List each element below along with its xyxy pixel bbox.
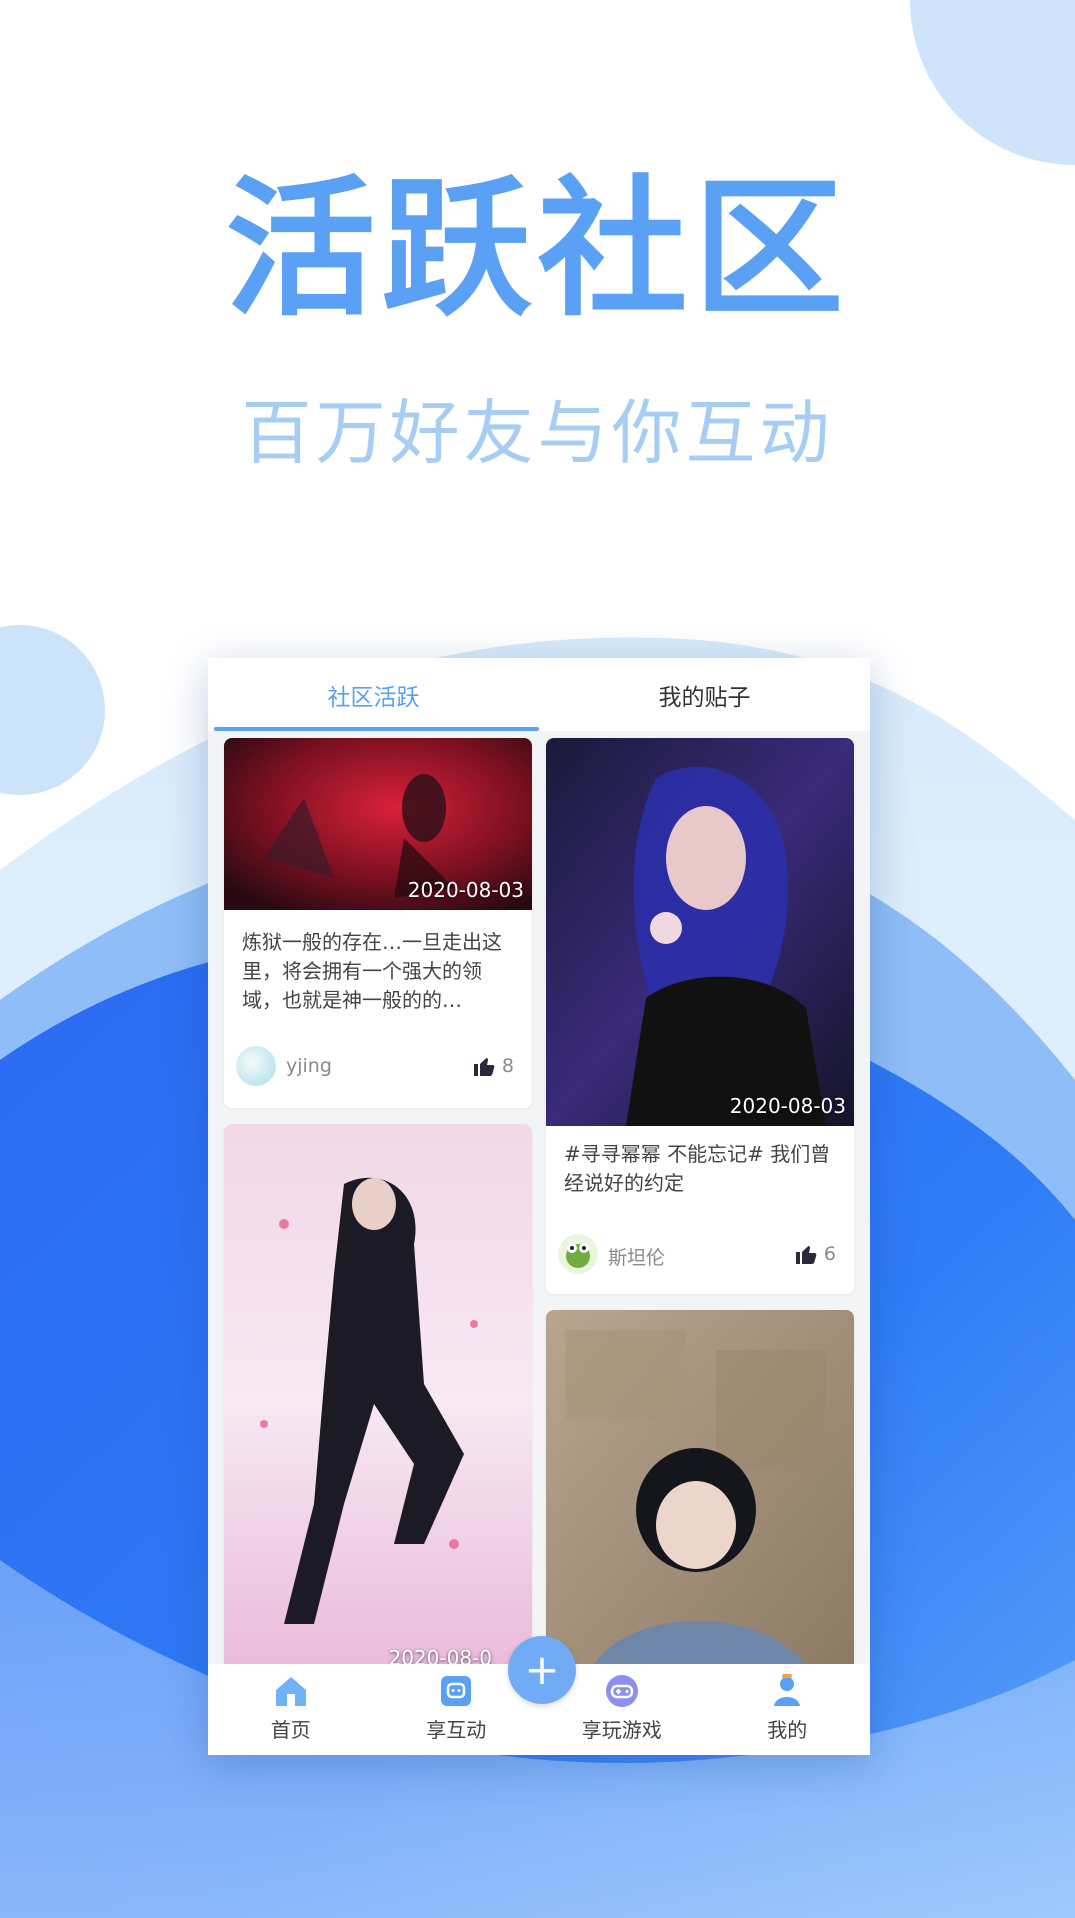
nav-label: 首页	[270, 1718, 311, 1742]
nav-profile[interactable]: 我的	[705, 1664, 871, 1755]
post-image	[224, 1124, 532, 1684]
user-name: 斯坦伦	[608, 1247, 666, 1269]
tab-community-active[interactable]: 社区活跃	[208, 658, 539, 731]
post-card[interactable]: 2020-08-0	[224, 1124, 532, 1684]
chat-icon	[441, 1676, 472, 1706]
gamepad-icon	[605, 1675, 638, 1707]
user-avatar	[558, 1234, 598, 1274]
nav-label: 我的	[767, 1718, 808, 1742]
like-count-value: 6	[823, 1243, 836, 1265]
add-post-button[interactable]: +	[508, 1636, 576, 1704]
user-icon	[774, 1674, 801, 1706]
post-card[interactable]	[546, 1310, 854, 1684]
hero-title: 活跃社区	[225, 163, 850, 337]
hero-subtitle: 百万好友与你互动	[241, 392, 834, 474]
app-screen: 社区活跃 我的贴子 2020-08-03 炼狱一般的存在…一旦走出这里，将会拥有…	[208, 658, 870, 1755]
nav-label: 享互动	[426, 1718, 487, 1742]
post-date: 2020-08-03	[407, 878, 524, 902]
like-count[interactable]: 6	[794, 1242, 836, 1266]
post-description: 炼狱一般的存在…一旦走出这里，将会拥有一个强大的领域，也就是神一般的的…	[242, 930, 502, 1012]
post-description: #寻寻幂幂 不能忘记# 我们曾经说好的约定	[564, 1142, 831, 1195]
thumbs-up-icon	[473, 1058, 495, 1076]
post-image	[546, 1310, 854, 1684]
nav-label: 享玩游戏	[581, 1718, 662, 1742]
post-date: 2020-08-03	[729, 1094, 846, 1118]
thumbs-up-icon	[795, 1246, 817, 1264]
user-avatar	[236, 1046, 276, 1086]
user-name: yjing	[286, 1055, 332, 1077]
post-card[interactable]: 2020-08-03 #寻寻幂幂 不能忘记# 我们曾经说好的约定 斯坦伦 6	[546, 738, 854, 1294]
tab-my-posts[interactable]: 我的贴子	[539, 658, 870, 731]
home-icon	[275, 1677, 306, 1706]
top-tabs: 社区活跃 我的贴子	[208, 658, 870, 731]
nav-home[interactable]: 首页	[208, 1664, 374, 1755]
like-count[interactable]: 8	[472, 1054, 514, 1078]
post-image	[546, 738, 854, 1126]
like-count-value: 8	[501, 1055, 514, 1077]
post-card[interactable]: 2020-08-03 炼狱一般的存在…一旦走出这里，将会拥有一个强大的领域，也就…	[224, 738, 532, 1108]
